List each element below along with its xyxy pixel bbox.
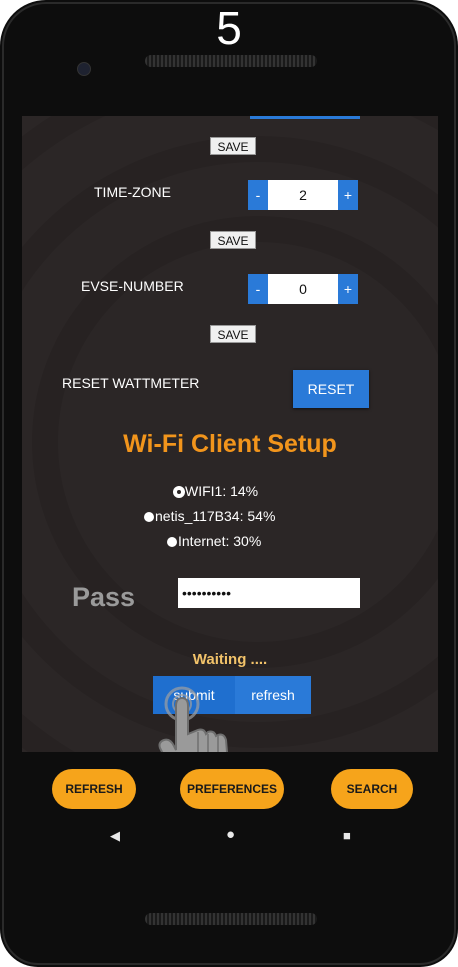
tap-gesture-hand-icon xyxy=(158,686,229,752)
preferences-nav-button[interactable]: PREFERENCES xyxy=(180,769,284,809)
evse-number-increment-button[interactable]: + xyxy=(338,274,358,304)
password-label: Pass xyxy=(72,582,136,612)
search-nav-button[interactable]: SEARCH xyxy=(331,769,413,809)
reset-button[interactable]: RESET xyxy=(293,370,369,408)
radio-icon[interactable] xyxy=(144,512,154,523)
evse-number-value[interactable]: 0 xyxy=(268,274,338,304)
connection-status: Waiting .... xyxy=(192,651,268,668)
bottom-speaker xyxy=(145,913,317,925)
network-option[interactable]: WIFI1: 14% xyxy=(174,483,258,499)
time-zone-label: TIME-ZONE xyxy=(94,184,171,200)
refresh-wifi-button[interactable]: refresh xyxy=(235,676,311,714)
front-camera xyxy=(77,62,91,76)
time-zone-decrement-button[interactable]: - xyxy=(248,180,268,210)
reset-wattmeter-label: RESET WATTMETER xyxy=(62,375,200,391)
network-label: Internet: 30% xyxy=(178,533,262,549)
phone-frame: 5 SAVE TIME-ZONE - 2 + SAVE EVSE-NUMBER … xyxy=(0,0,458,967)
earpiece-speaker xyxy=(145,55,317,67)
evse-number-stepper: - 0 + xyxy=(248,274,358,304)
radio-selected-icon[interactable] xyxy=(174,487,184,498)
time-zone-value[interactable]: 2 xyxy=(268,180,338,210)
refresh-nav-button[interactable]: REFRESH xyxy=(52,769,136,809)
time-zone-stepper: - 2 + xyxy=(248,180,358,210)
wifi-setup-title: Wi-Fi Client Setup xyxy=(123,430,337,458)
scrolled-stepper-edge xyxy=(250,116,360,119)
radio-icon[interactable] xyxy=(167,537,177,548)
app-screen: SAVE TIME-ZONE - 2 + SAVE EVSE-NUMBER - … xyxy=(22,116,438,752)
save-button[interactable]: SAVE xyxy=(210,137,256,155)
step-number-label: 5 xyxy=(216,2,242,54)
network-label: WIFI1: 14% xyxy=(185,483,259,499)
time-zone-increment-button[interactable]: + xyxy=(338,180,358,210)
home-icon[interactable]: ● xyxy=(226,826,235,843)
network-label: netis_117B34: 54% xyxy=(155,508,276,524)
evse-number-label: EVSE-NUMBER xyxy=(81,278,184,294)
save-button[interactable]: SAVE xyxy=(210,231,256,249)
save-button[interactable]: SAVE xyxy=(210,325,256,343)
network-option[interactable]: netis_117B34: 54% xyxy=(144,508,275,524)
evse-number-decrement-button[interactable]: - xyxy=(248,274,268,304)
network-option[interactable]: Internet: 30% xyxy=(167,533,261,549)
back-icon[interactable]: ◀ xyxy=(110,828,120,844)
recents-icon[interactable]: ■ xyxy=(343,828,351,843)
password-input[interactable]: •••••••••• xyxy=(178,578,360,608)
